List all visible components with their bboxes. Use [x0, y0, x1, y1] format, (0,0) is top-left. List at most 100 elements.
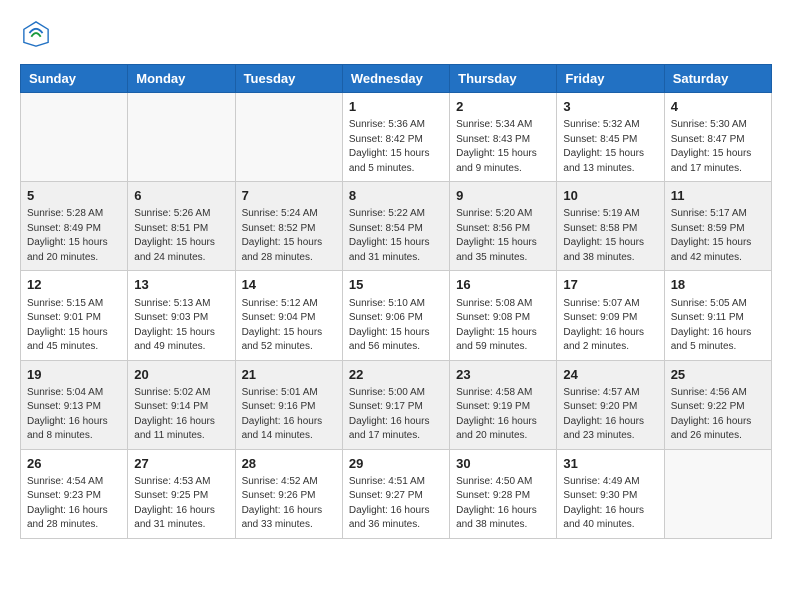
calendar-row-3: 19 Sunrise: 5:04 AM Sunset: 9:13 PM Dayli… — [21, 360, 772, 449]
day-info: Sunrise: 5:24 AM Sunset: 8:52 PM Dayligh… — [242, 207, 336, 265]
calendar-cell: 16 Sunrise: 5:08 AM Sunset: 9:08 PM Dayli… — [450, 271, 557, 360]
day-number: 28 — [242, 455, 336, 473]
day-info: Sunrise: 5:30 AM Sunset: 8:47 PM Dayligh… — [671, 118, 765, 176]
day-number: 22 — [349, 366, 443, 384]
calendar-table: SundayMondayTuesdayWednesdayThursdayFrid… — [20, 64, 772, 539]
day-number: 2 — [456, 98, 550, 116]
calendar-cell: 14Sunrise: 5:12 AM Sunset: 9:04 PM Dayli… — [235, 271, 342, 360]
day-number: 23 — [456, 366, 550, 384]
calendar-cell: 30 Sunrise: 4:50 AM Sunset: 9:28 PM Dayli… — [450, 449, 557, 538]
calendar-cell: 15 Sunrise: 5:10 AM Sunset: 9:06 PM Dayli… — [342, 271, 449, 360]
column-header-saturday: Saturday — [664, 65, 771, 93]
day-info: Sunrise: 5:28 AM Sunset: 8:49 PM Dayligh… — [27, 207, 121, 265]
day-number: 12 — [27, 276, 121, 294]
column-header-friday: Friday — [557, 65, 664, 93]
day-info: Sunrise: 4:49 AM Sunset: 9:30 PM Dayligh… — [563, 475, 657, 533]
column-header-sunday: Sunday — [21, 65, 128, 93]
day-info: Sunrise: 4:57 AM Sunset: 9:20 PM Dayligh… — [563, 386, 657, 444]
day-number: 3 — [563, 98, 657, 116]
calendar-cell: 27 Sunrise: 4:53 AM Sunset: 9:25 PM Dayli… — [128, 449, 235, 538]
calendar-cell: 24Sunrise: 4:57 AM Sunset: 9:20 PM Dayli… — [557, 360, 664, 449]
day-number: 26 — [27, 455, 121, 473]
page-header — [20, 20, 772, 48]
day-number: 30 — [456, 455, 550, 473]
day-number: 9 — [456, 187, 550, 205]
calendar-cell: 5Sunrise: 5:28 AM Sunset: 8:49 PM Daylig… — [21, 182, 128, 271]
day-info: Sunrise: 5:22 AM Sunset: 8:54 PM Dayligh… — [349, 207, 443, 265]
day-info: Sunrise: 4:54 AM Sunset: 9:23 PM Dayligh… — [27, 475, 121, 533]
logo-icon — [22, 20, 50, 48]
day-info: Sunrise: 5:15 AM Sunset: 9:01 PM Dayligh… — [27, 297, 121, 355]
day-number: 16 — [456, 276, 550, 294]
day-number: 6 — [134, 187, 228, 205]
day-number: 7 — [242, 187, 336, 205]
calendar-cell: 6 Sunrise: 5:26 AM Sunset: 8:51 PM Daylig… — [128, 182, 235, 271]
day-info: Sunrise: 5:19 AM Sunset: 8:58 PM Dayligh… — [563, 207, 657, 265]
day-number: 8 — [349, 187, 443, 205]
day-info: Sunrise: 5:36 AM Sunset: 8:42 PM Dayligh… — [349, 118, 443, 176]
day-number: 4 — [671, 98, 765, 116]
day-info: Sunrise: 5:13 AM Sunset: 9:03 PM Dayligh… — [134, 297, 228, 355]
calendar-cell: 11Sunrise: 5:17 AM Sunset: 8:59 PM Dayli… — [664, 182, 771, 271]
calendar-cell: 23 Sunrise: 4:58 AM Sunset: 9:19 PM Dayli… — [450, 360, 557, 449]
calendar-row-2: 12 Sunrise: 5:15 AM Sunset: 9:01 PM Dayli… — [21, 271, 772, 360]
day-info: Sunrise: 4:58 AM Sunset: 9:19 PM Dayligh… — [456, 386, 550, 444]
column-header-tuesday: Tuesday — [235, 65, 342, 93]
day-number: 27 — [134, 455, 228, 473]
calendar-cell: 20Sunrise: 5:02 AM Sunset: 9:14 PM Dayli… — [128, 360, 235, 449]
calendar-cell: 21 Sunrise: 5:01 AM Sunset: 9:16 PM Dayli… — [235, 360, 342, 449]
calendar-cell: 2Sunrise: 5:34 AM Sunset: 8:43 PM Daylig… — [450, 93, 557, 182]
day-number: 31 — [563, 455, 657, 473]
calendar-cell: 29 Sunrise: 4:51 AM Sunset: 9:27 PM Dayli… — [342, 449, 449, 538]
day-info: Sunrise: 5:05 AM Sunset: 9:11 PM Dayligh… — [671, 297, 765, 355]
logo — [20, 20, 50, 48]
day-info: Sunrise: 5:20 AM Sunset: 8:56 PM Dayligh… — [456, 207, 550, 265]
day-info: Sunrise: 5:10 AM Sunset: 9:06 PM Dayligh… — [349, 297, 443, 355]
day-number: 19 — [27, 366, 121, 384]
calendar-cell — [128, 93, 235, 182]
day-info: Sunrise: 4:52 AM Sunset: 9:26 PM Dayligh… — [242, 475, 336, 533]
column-header-monday: Monday — [128, 65, 235, 93]
day-number: 18 — [671, 276, 765, 294]
calendar-cell: 8 Sunrise: 5:22 AM Sunset: 8:54 PM Daylig… — [342, 182, 449, 271]
day-info: Sunrise: 5:08 AM Sunset: 9:08 PM Dayligh… — [456, 297, 550, 355]
calendar-cell: 31 Sunrise: 4:49 AM Sunset: 9:30 PM Dayli… — [557, 449, 664, 538]
calendar-row-1: 5Sunrise: 5:28 AM Sunset: 8:49 PM Daylig… — [21, 182, 772, 271]
calendar-row-0: 1 Sunrise: 5:36 AM Sunset: 8:42 PM Daylig… — [21, 93, 772, 182]
calendar-cell: 22 Sunrise: 5:00 AM Sunset: 9:17 PM Dayli… — [342, 360, 449, 449]
day-info: Sunrise: 4:56 AM Sunset: 9:22 PM Dayligh… — [671, 386, 765, 444]
day-info: Sunrise: 5:26 AM Sunset: 8:51 PM Dayligh… — [134, 207, 228, 265]
day-info: Sunrise: 4:51 AM Sunset: 9:27 PM Dayligh… — [349, 475, 443, 533]
day-number: 15 — [349, 276, 443, 294]
day-number: 25 — [671, 366, 765, 384]
day-number: 13 — [134, 276, 228, 294]
day-number: 17 — [563, 276, 657, 294]
calendar-cell: 26 Sunrise: 4:54 AM Sunset: 9:23 PM Dayli… — [21, 449, 128, 538]
calendar-cell — [664, 449, 771, 538]
calendar-cell — [235, 93, 342, 182]
day-info: Sunrise: 4:50 AM Sunset: 9:28 PM Dayligh… — [456, 475, 550, 533]
calendar-cell: 18 Sunrise: 5:05 AM Sunset: 9:11 PM Dayli… — [664, 271, 771, 360]
column-header-thursday: Thursday — [450, 65, 557, 93]
day-number: 20 — [134, 366, 228, 384]
calendar-cell: 13 Sunrise: 5:13 AM Sunset: 9:03 PM Dayli… — [128, 271, 235, 360]
day-info: Sunrise: 4:53 AM Sunset: 9:25 PM Dayligh… — [134, 475, 228, 533]
calendar-cell: 9 Sunrise: 5:20 AM Sunset: 8:56 PM Daylig… — [450, 182, 557, 271]
day-number: 29 — [349, 455, 443, 473]
day-info: Sunrise: 5:04 AM Sunset: 9:13 PM Dayligh… — [27, 386, 121, 444]
day-info: Sunrise: 5:32 AM Sunset: 8:45 PM Dayligh… — [563, 118, 657, 176]
column-header-wednesday: Wednesday — [342, 65, 449, 93]
calendar-cell: 12 Sunrise: 5:15 AM Sunset: 9:01 PM Dayli… — [21, 271, 128, 360]
day-number: 1 — [349, 98, 443, 116]
calendar-cell: 25 Sunrise: 4:56 AM Sunset: 9:22 PM Dayli… — [664, 360, 771, 449]
day-info: Sunrise: 5:07 AM Sunset: 9:09 PM Dayligh… — [563, 297, 657, 355]
day-number: 14 — [242, 276, 336, 294]
day-number: 21 — [242, 366, 336, 384]
day-number: 11 — [671, 187, 765, 205]
day-number: 10 — [563, 187, 657, 205]
calendar-cell: 17 Sunrise: 5:07 AM Sunset: 9:09 PM Dayli… — [557, 271, 664, 360]
calendar-cell: 7 Sunrise: 5:24 AM Sunset: 8:52 PM Daylig… — [235, 182, 342, 271]
calendar-cell: 3 Sunrise: 5:32 AM Sunset: 8:45 PM Daylig… — [557, 93, 664, 182]
day-info: Sunrise: 5:00 AM Sunset: 9:17 PM Dayligh… — [349, 386, 443, 444]
day-info: Sunrise: 5:01 AM Sunset: 9:16 PM Dayligh… — [242, 386, 336, 444]
